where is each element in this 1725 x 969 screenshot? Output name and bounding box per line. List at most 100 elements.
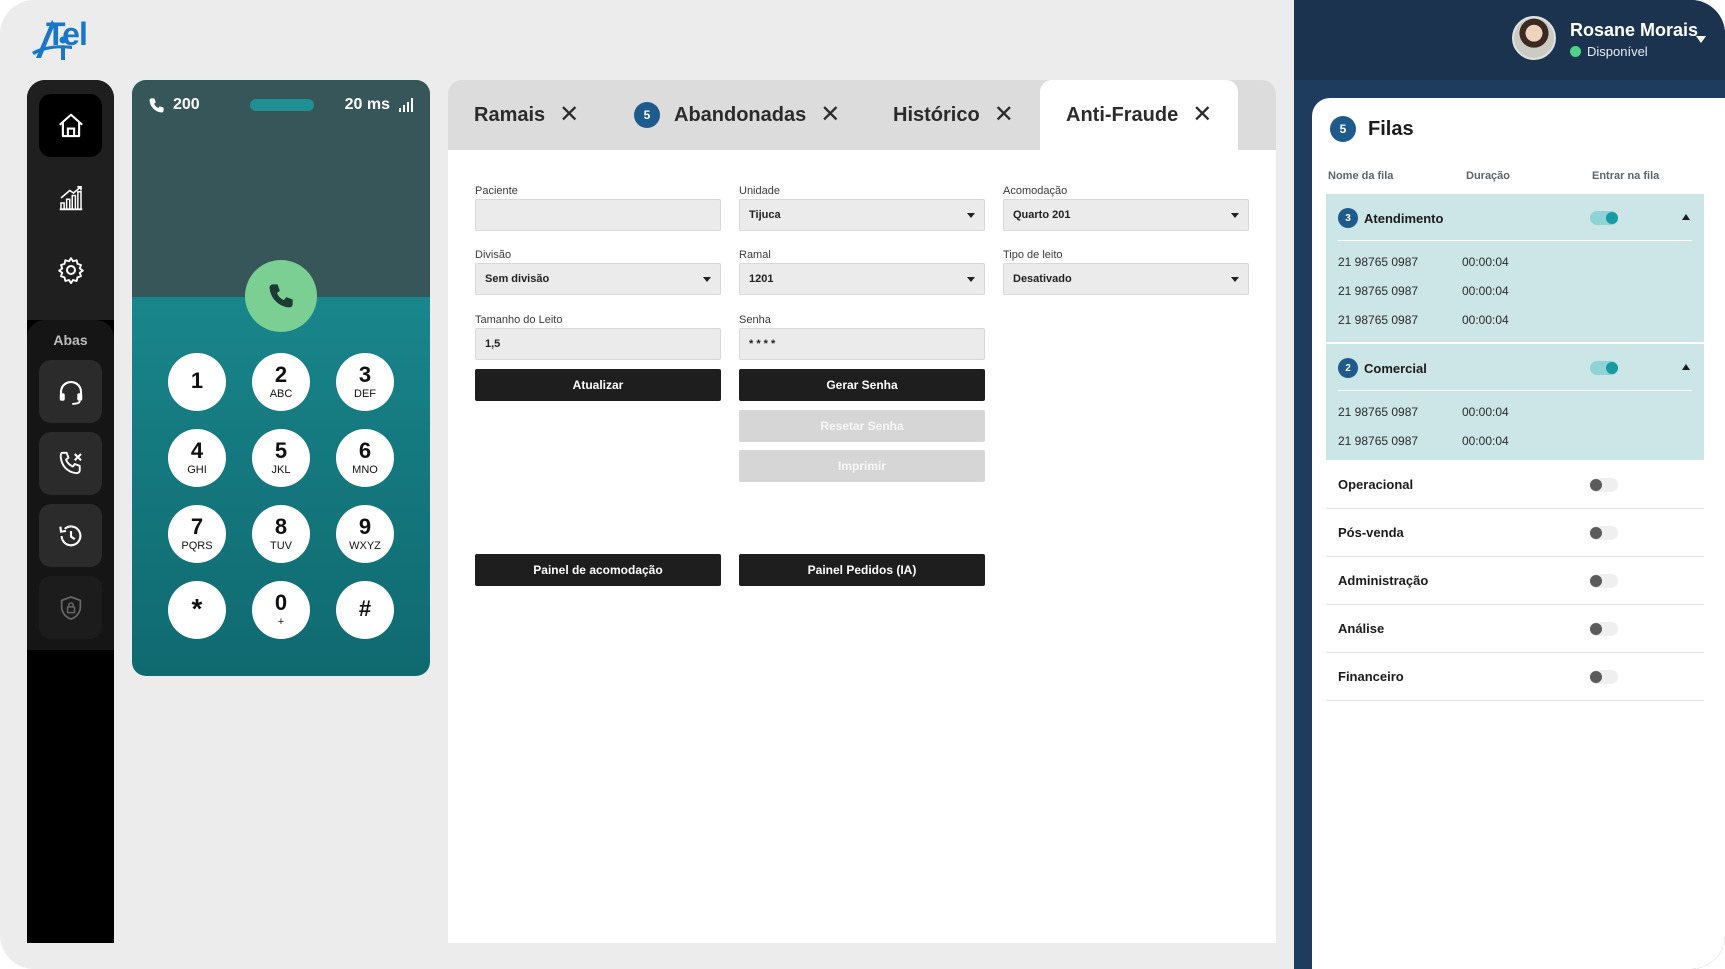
nav-reports[interactable] — [39, 166, 102, 229]
toggle-knob — [1590, 575, 1602, 587]
queue-count-badge: 3 — [1338, 208, 1358, 228]
right-panel: Rosane Morais Disponível 5 Filas Nome da… — [1294, 0, 1725, 969]
tab-count-badge: 5 — [634, 102, 660, 128]
key-letters: JKL — [271, 463, 291, 476]
avatar[interactable] — [1512, 16, 1556, 60]
queue-group-comercial: 2 Comercial 21 98765 0987 00:00:04 21 987… — [1326, 344, 1704, 460]
queue-toggle-atendimento[interactable] — [1590, 211, 1618, 225]
senha-label: Senha — [739, 314, 771, 326]
nav-tab-antifraud[interactable] — [39, 576, 102, 639]
dial-key-0[interactable]: 0 + — [252, 581, 310, 639]
dial-key-hash[interactable]: # — [336, 581, 394, 639]
tipo-leito-label: Tipo de leito — [1003, 249, 1063, 261]
unidade-select[interactable]: Tijuca — [739, 199, 985, 231]
resetar-senha-button[interactable]: Resetar Senha — [739, 410, 985, 442]
key-letters: ABC — [269, 387, 293, 400]
tab-ramais[interactable]: Ramais ✕ — [474, 80, 579, 150]
tamanho-leito-input[interactable]: 1,5 — [475, 328, 721, 360]
chevron-up-icon[interactable] — [1682, 364, 1690, 370]
divisao-select[interactable]: Sem divisão — [475, 263, 721, 295]
atualizar-button[interactable]: Atualizar — [475, 369, 721, 401]
gerar-senha-button[interactable]: Gerar Senha — [739, 369, 985, 401]
call-number: 21 98765 0987 — [1338, 255, 1419, 269]
dial-key-6[interactable]: 6 MNO — [336, 429, 394, 487]
call-number: 21 98765 0987 — [1338, 434, 1419, 448]
call-button[interactable] — [245, 260, 317, 332]
dial-key-star[interactable]: * — [168, 581, 226, 639]
nav-tab-attendance[interactable] — [39, 360, 102, 423]
main-panel: Ramais ✕ 5 Abandonadas ✕ Histórico ✕ Ant… — [448, 80, 1276, 943]
key-digit: 9 — [358, 513, 372, 539]
tipo-leito-value: Desativado — [1013, 273, 1072, 285]
close-icon[interactable]: ✕ — [820, 103, 840, 127]
queue-name: Operacional — [1338, 477, 1414, 492]
call-number: 21 98765 0987 — [1338, 405, 1419, 419]
close-icon[interactable]: ✕ — [1192, 103, 1212, 127]
nav-settings[interactable] — [39, 238, 102, 301]
user-header[interactable]: Rosane Morais Disponível — [1294, 0, 1725, 80]
nav-tab-abandoned[interactable] — [39, 432, 102, 495]
chevron-down-icon[interactable] — [1696, 36, 1706, 43]
dial-key-2[interactable]: 2 ABC — [252, 353, 310, 411]
call-duration: 00:00:04 — [1462, 284, 1509, 298]
queue-toggle-comercial[interactable] — [1590, 361, 1618, 375]
queue-toggle-analise[interactable] — [1590, 622, 1618, 636]
ramal-select[interactable]: 1201 — [739, 263, 985, 295]
imprimir-button[interactable]: Imprimir — [739, 450, 985, 482]
queue-group-atendimento: 3 Atendimento 21 98765 0987 00:00:04 21 9… — [1326, 194, 1704, 342]
dial-key-8[interactable]: 8 TUV — [252, 505, 310, 563]
queue-name: Atendimento — [1364, 210, 1444, 226]
call-duration: 00:00:04 — [1462, 313, 1509, 327]
dial-key-3[interactable]: 3 DEF — [336, 353, 394, 411]
queue-toggle-administracao[interactable] — [1590, 574, 1618, 588]
tamanho-leito-label: Tamanho do Leito — [475, 314, 563, 326]
close-icon[interactable]: ✕ — [559, 103, 579, 127]
tipo-leito-select[interactable]: Desativado — [1003, 263, 1249, 295]
nav-tab-history[interactable] — [39, 504, 102, 567]
caret-down-icon — [967, 212, 975, 218]
tab-historico[interactable]: Histórico ✕ — [893, 80, 1014, 150]
queues-title-label: Filas — [1368, 117, 1414, 140]
group-divider — [1338, 390, 1692, 391]
queue-toggle-operacional[interactable] — [1590, 478, 1618, 492]
tab-label: Abandonadas — [674, 103, 807, 126]
queue-toggle-pos-venda[interactable] — [1590, 526, 1618, 540]
queue-name: Análise — [1338, 621, 1385, 636]
key-digit: 5 — [274, 437, 288, 463]
group-divider — [1338, 240, 1692, 241]
senha-value: * * * * — [749, 338, 776, 350]
caret-down-icon — [703, 276, 711, 282]
home-icon — [58, 113, 83, 137]
acomodacao-value: Quarto 201 — [1013, 209, 1071, 221]
acomodacao-select[interactable]: Quarto 201 — [1003, 199, 1249, 231]
dial-key-9[interactable]: 9 WXYZ — [336, 505, 394, 563]
user-status-label: Disponível — [1587, 44, 1648, 59]
close-icon[interactable]: ✕ — [994, 103, 1014, 127]
dial-key-5[interactable]: 5 JKL — [252, 429, 310, 487]
queue-toggle-financeiro[interactable] — [1590, 670, 1618, 684]
queue-group-header[interactable]: 2 Comercial — [1338, 358, 1427, 378]
dial-key-7[interactable]: 7 PQRS — [168, 505, 226, 563]
paciente-input[interactable] — [475, 199, 721, 231]
nav-home[interactable] — [39, 94, 102, 157]
painel-acomodacao-button[interactable]: Painel de acomodação — [475, 554, 721, 586]
key-digit: * — [191, 593, 203, 624]
logo-text: Tel — [46, 16, 88, 52]
tab-anti-fraude[interactable]: Anti-Fraude ✕ — [1040, 80, 1239, 150]
latency-indicator: 20 ms — [345, 96, 414, 114]
queue-count-badge: 2 — [1338, 358, 1358, 378]
chevron-up-icon[interactable] — [1682, 214, 1690, 220]
phone-icon — [269, 284, 293, 308]
key-digit: 8 — [274, 513, 288, 539]
caret-down-icon — [1231, 212, 1239, 218]
queues-panel: 5 Filas Nome da fila Duração Entrar na f… — [1312, 98, 1725, 969]
senha-input[interactable]: * * * * — [739, 328, 985, 360]
queues-title: 5 Filas — [1330, 116, 1414, 142]
dial-key-4[interactable]: 4 GHI — [168, 429, 226, 487]
tab-abandonadas[interactable]: 5 Abandonadas ✕ — [634, 80, 840, 150]
painel-pedidos-button[interactable]: Painel Pedidos (IA) — [739, 554, 985, 586]
queue-group-header[interactable]: 3 Atendimento — [1338, 208, 1443, 228]
dial-key-1[interactable]: 1 — [168, 353, 226, 411]
call-row: 21 98765 0987 00:00:04 — [1338, 284, 1509, 298]
key-digit: 1 — [190, 368, 204, 393]
